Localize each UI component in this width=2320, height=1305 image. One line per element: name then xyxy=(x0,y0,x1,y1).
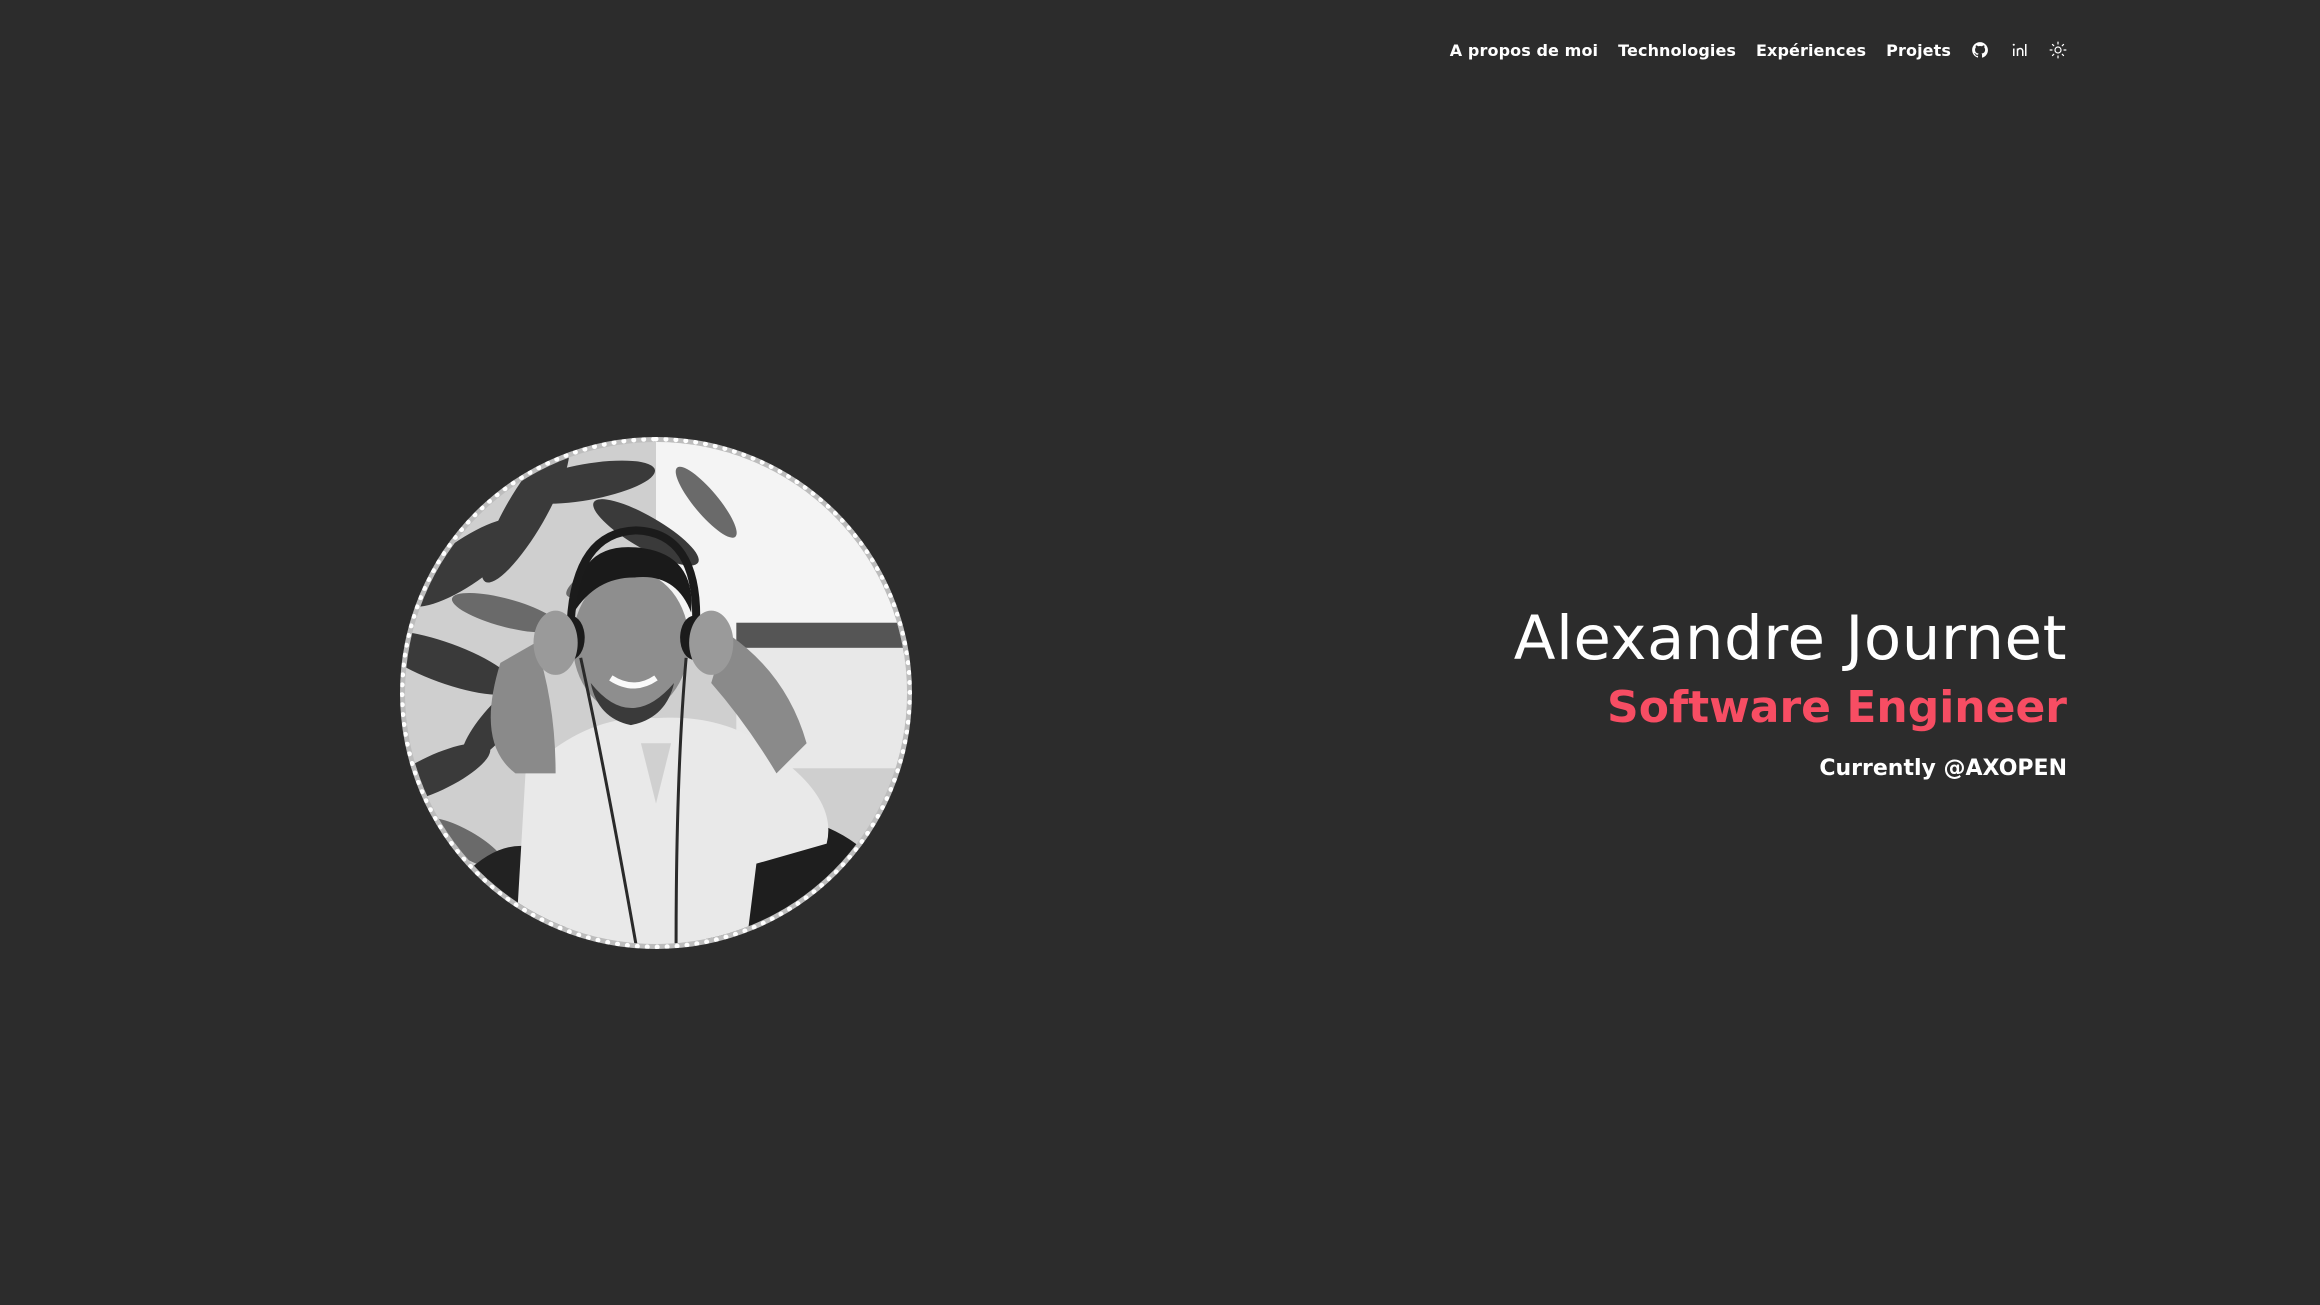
linkedin-icon[interactable] xyxy=(2009,40,2029,60)
page: A propos de moi Technologies Expériences… xyxy=(0,0,2320,1305)
profile-photo xyxy=(400,437,912,949)
hero-current-employer: Currently @AXOPEN xyxy=(1819,756,2067,781)
nav-link-experiences[interactable]: Expériences xyxy=(1756,41,1866,60)
nav-link-about[interactable]: A propos de moi xyxy=(1450,41,1598,60)
hero-role: Software Engineer xyxy=(1607,682,2067,733)
top-nav: A propos de moi Technologies Expériences… xyxy=(1450,36,2068,64)
nav-link-technologies[interactable]: Technologies xyxy=(1618,41,1736,60)
hero-name: Alexandre Journet xyxy=(1513,603,2067,674)
hero: Alexandre Journet Software Engineer Curr… xyxy=(1514,596,2067,784)
github-icon[interactable] xyxy=(1970,40,1990,60)
profile-photo-illustration xyxy=(405,442,907,944)
sun-icon[interactable] xyxy=(2048,40,2068,60)
nav-link-projects[interactable]: Projets xyxy=(1886,41,1951,60)
